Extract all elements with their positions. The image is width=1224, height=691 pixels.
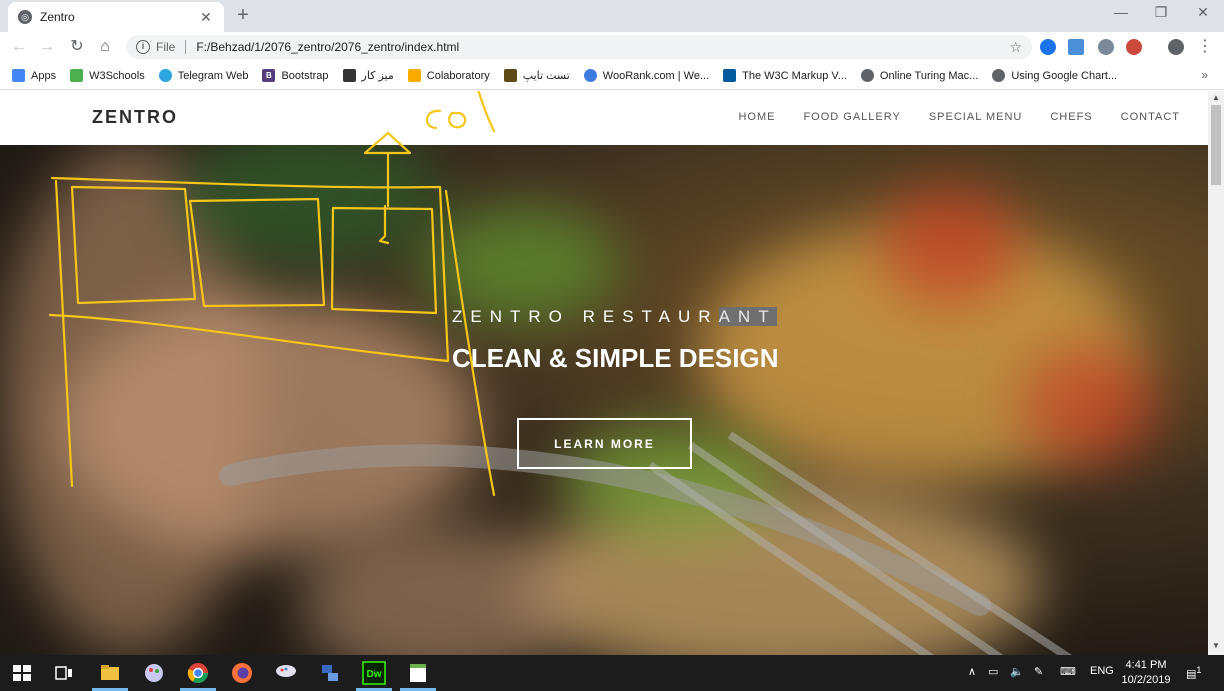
- clock-date: 10/2/2019: [1121, 674, 1171, 686]
- nav-contact[interactable]: CONTACT: [1121, 111, 1180, 123]
- bookmark-item[interactable]: The W3C Markup V...: [723, 69, 847, 82]
- firefox-icon[interactable]: [230, 661, 254, 685]
- learn-more-button[interactable]: LEARN MORE: [517, 418, 692, 469]
- woorank-icon: [583, 69, 597, 82]
- tab-title: Zentro: [40, 10, 75, 24]
- bookmark-item[interactable]: تست تایپ: [503, 69, 570, 82]
- hero-background: [60, 295, 480, 555]
- desk-icon: [342, 69, 356, 82]
- tab-strip: ◎ Zentro ✕ + — ❐ ✕: [0, 0, 1224, 32]
- hero-subtitle: ZENTRO RESTAURANT: [452, 307, 777, 326]
- nav-special-menu[interactable]: SPECIAL MENU: [929, 111, 1023, 123]
- network-app-icon[interactable]: [318, 661, 342, 685]
- nav-food-gallery[interactable]: FOOD GALLERY: [803, 111, 900, 123]
- bookmark-item[interactable]: Online Turing Mac...: [860, 69, 978, 82]
- nav-chefs[interactable]: CHEFS: [1050, 111, 1092, 123]
- menu-dots-icon[interactable]: ⋮: [1194, 37, 1216, 57]
- globe-icon: [992, 69, 1006, 82]
- scroll-thumb[interactable]: [1211, 105, 1221, 185]
- divider: [185, 40, 187, 54]
- extension-icon[interactable]: [1098, 39, 1114, 55]
- show-hidden-icons[interactable]: ∧: [968, 665, 976, 678]
- bookmark-item[interactable]: WooRank.com | We...: [583, 69, 709, 82]
- bookmark-item[interactable]: Telegram Web: [158, 69, 248, 82]
- keyboard-icon[interactable]: ⌨: [1060, 665, 1076, 678]
- browser-tab[interactable]: ◎ Zentro ✕: [8, 2, 224, 32]
- telegram-icon: [158, 69, 172, 82]
- language-indicator[interactable]: ENG: [1090, 665, 1114, 677]
- site-menu: HOME FOOD GALLERY SPECIAL MENU CHEFS CON…: [738, 111, 1208, 123]
- restore-button[interactable]: ❐: [1146, 4, 1176, 21]
- forward-arrow-icon[interactable]: →: [36, 37, 58, 57]
- file-explorer-icon[interactable]: [98, 661, 122, 685]
- profile-avatar-icon[interactable]: [1168, 39, 1184, 55]
- scroll-up-icon[interactable]: ▲: [1208, 93, 1224, 102]
- reload-icon[interactable]: ↻: [66, 37, 88, 57]
- scroll-down-icon[interactable]: ▼: [1208, 641, 1224, 650]
- paint-brush-app-icon[interactable]: [274, 661, 298, 685]
- apps-grid-icon: [12, 69, 25, 82]
- minimize-button[interactable]: —: [1106, 4, 1136, 20]
- bookmark-item[interactable]: Using Google Chart...: [992, 69, 1117, 82]
- page-viewport: ZENTRO HOME FOOD GALLERY SPECIAL MENU CH…: [0, 91, 1208, 655]
- address-bar[interactable]: i File F:/Behzad/1/2076_zentro/2076_zent…: [126, 35, 1032, 59]
- info-icon[interactable]: i: [136, 40, 150, 54]
- close-tab-icon[interactable]: ✕: [198, 9, 214, 26]
- bookmark-item[interactable]: Apps: [12, 69, 56, 82]
- browser-toolbar: ← → ↻ ⌂ i File F:/Behzad/1/2076_zentro/2…: [0, 32, 1224, 62]
- clock[interactable]: 4:41 PM 10/2/2019: [1118, 658, 1174, 688]
- windows-taskbar: Dw ∧ ▭ 🔈 ✎ ⌨ ENG 4:41 PM 10/2/2019 ▤1: [0, 655, 1224, 691]
- network-icon[interactable]: ▭: [988, 665, 998, 678]
- globe-icon: ◎: [18, 10, 32, 24]
- site-navbar: ZENTRO HOME FOOD GALLERY SPECIAL MENU CH…: [0, 91, 1208, 145]
- notification-count: 1: [1196, 665, 1202, 675]
- url-text[interactable]: F:/Behzad/1/2076_zentro/2076_zentro/inde…: [196, 40, 459, 54]
- chrome-icon[interactable]: [186, 661, 210, 685]
- pen-icon[interactable]: ✎: [1034, 665, 1043, 678]
- windows-start-icon[interactable]: [10, 661, 34, 685]
- volume-icon[interactable]: 🔈: [1010, 665, 1024, 678]
- close-window-button[interactable]: ✕: [1188, 4, 1218, 21]
- bookmarks-bar: Apps W3Schools Telegram Web B Bootstrap م…: [0, 62, 1224, 90]
- text-selection: ANT: [718, 307, 777, 326]
- hero-background: [880, 185, 1020, 305]
- bookmark-item[interactable]: Colaboratory: [407, 69, 490, 82]
- typing-test-icon: [503, 69, 517, 82]
- bookmark-item[interactable]: B Bootstrap: [262, 69, 329, 82]
- notepad-plus-plus-icon[interactable]: [406, 661, 430, 685]
- home-icon[interactable]: ⌂: [94, 37, 116, 57]
- clock-time: 4:41 PM: [1125, 659, 1167, 671]
- extension-icon[interactable]: [1040, 39, 1056, 55]
- site-logo[interactable]: ZENTRO: [92, 107, 178, 128]
- w3c-icon: [723, 69, 737, 82]
- bootstrap-icon: B: [262, 69, 276, 82]
- extension-icon[interactable]: [1126, 39, 1142, 55]
- extension-icon[interactable]: [1068, 39, 1084, 55]
- svg-text:Dw: Dw: [367, 669, 382, 680]
- hero-title: CLEAN & SIMPLE DESIGN: [452, 343, 779, 373]
- bookmark-item[interactable]: W3Schools: [70, 69, 145, 82]
- colab-icon: [407, 69, 421, 82]
- bookmark-item[interactable]: میز کار: [342, 69, 394, 82]
- hero-background: [1020, 345, 1160, 465]
- nav-home[interactable]: HOME: [738, 111, 775, 123]
- bookmarks-overflow-icon[interactable]: »: [1201, 68, 1208, 82]
- w3schools-icon: [70, 69, 84, 82]
- dreamweaver-icon[interactable]: Dw: [362, 661, 386, 685]
- back-arrow-icon[interactable]: ←: [8, 37, 30, 57]
- url-scheme: File: [156, 40, 176, 54]
- hero-section: ZENTRO RESTAURANT CLEAN & SIMPLE DESIGN …: [0, 145, 1208, 655]
- task-view-icon[interactable]: [52, 661, 76, 685]
- paint-icon[interactable]: [142, 661, 166, 685]
- bookmark-star-icon[interactable]: ☆: [1009, 39, 1022, 56]
- notification-center-icon[interactable]: ▤1: [1186, 665, 1202, 681]
- globe-icon: [860, 69, 874, 82]
- vertical-scrollbar[interactable]: ▲ ▼: [1208, 91, 1224, 655]
- new-tab-button[interactable]: +: [232, 4, 254, 27]
